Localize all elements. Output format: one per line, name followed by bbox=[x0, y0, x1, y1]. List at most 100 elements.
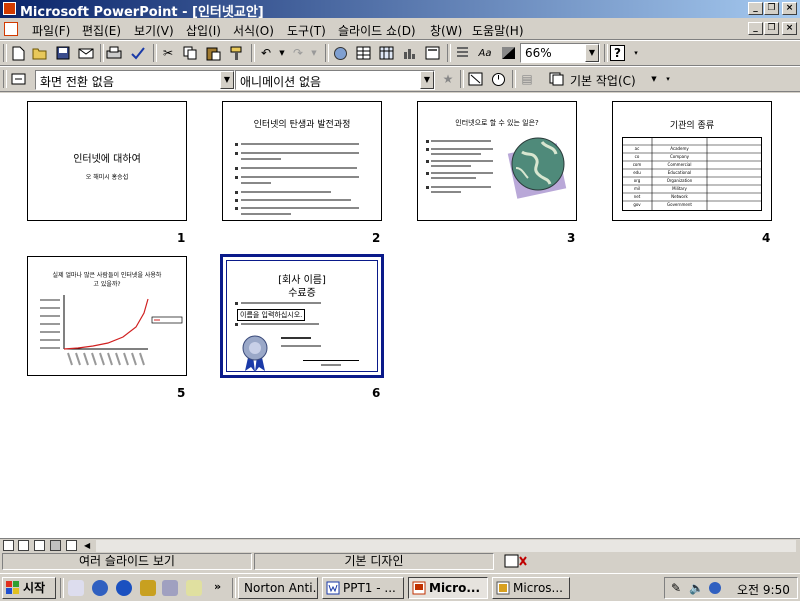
domain-code: com bbox=[632, 162, 642, 167]
search-quicklaunch-icon[interactable] bbox=[186, 580, 202, 596]
undo-icon[interactable]: ↶ bbox=[258, 45, 274, 61]
format-painter-icon[interactable] bbox=[228, 45, 244, 61]
document-icon[interactable] bbox=[4, 22, 18, 36]
doc-minimize-button[interactable]: _ bbox=[748, 22, 763, 35]
clock[interactable]: 오전 9:50 bbox=[737, 581, 790, 598]
redo-icon[interactable]: ↷ bbox=[290, 45, 306, 61]
slide-thumbnail-6[interactable]: [회사 이름] 수료증 이름을 입력하십시오. bbox=[220, 254, 384, 378]
outline-view-icon[interactable] bbox=[18, 540, 29, 551]
close-button[interactable]: × bbox=[782, 2, 797, 15]
save-icon[interactable] bbox=[55, 45, 71, 61]
insert-chart-icon[interactable] bbox=[401, 45, 417, 61]
spelling-status-icon[interactable] bbox=[504, 554, 528, 568]
transition-combo[interactable]: 화면 전환 없음 ▼ bbox=[35, 70, 235, 90]
slide-number-2: 2 bbox=[372, 231, 381, 245]
insert-table-icon[interactable] bbox=[378, 45, 394, 61]
expand-all-icon[interactable] bbox=[454, 45, 470, 61]
domain-name: Organization bbox=[666, 178, 693, 183]
ie-quicklaunch-icon[interactable] bbox=[116, 580, 132, 596]
slide-thumbnail-1[interactable]: 인터넷에 대하여 오 해미시 홍승섭 bbox=[27, 101, 187, 221]
zoom-combo[interactable]: 66% ▼ bbox=[520, 43, 600, 63]
slide-thumbnail-2[interactable]: 인터넷의 탄생과 발전과정 bbox=[222, 101, 382, 221]
doc-close-button[interactable]: × bbox=[782, 22, 797, 35]
tables-borders-icon[interactable] bbox=[355, 45, 371, 61]
menu-tools[interactable]: 도구(T) bbox=[287, 22, 326, 39]
paste-icon[interactable] bbox=[205, 45, 221, 61]
open-icon[interactable] bbox=[32, 45, 48, 61]
email-icon[interactable] bbox=[78, 45, 94, 61]
status-view: 여러 슬라이드 보기 bbox=[2, 553, 252, 570]
transition-dropdown-icon[interactable]: ▼ bbox=[220, 71, 234, 89]
app-quicklaunch-icon[interactable] bbox=[140, 580, 156, 596]
minimize-button[interactable]: _ bbox=[748, 2, 763, 15]
slide-transition-icon[interactable] bbox=[10, 71, 26, 87]
slide-1-title: 인터넷에 대하여 bbox=[73, 154, 141, 165]
show-formatting-icon[interactable]: Aa bbox=[477, 45, 493, 61]
domain-table-text: ac Academy co Company com Commercial edu Edu… bbox=[622, 137, 762, 209]
help-icon[interactable]: ? bbox=[610, 45, 625, 61]
slide-sorter-view-icon[interactable] bbox=[50, 540, 61, 551]
hyperlink-icon[interactable] bbox=[332, 45, 348, 61]
taskbar-button-norton[interactable]: Norton Anti... bbox=[238, 577, 318, 599]
taskbar-button-powerpoint[interactable]: Micro... bbox=[408, 577, 488, 599]
summary-slide-icon[interactable]: ▤ bbox=[519, 71, 535, 87]
animation-dropdown-icon[interactable]: ▼ bbox=[420, 71, 434, 89]
domain-name: Network bbox=[671, 194, 688, 199]
scroll-left-icon[interactable]: ◀ bbox=[84, 540, 96, 552]
explorer-quicklaunch-icon[interactable] bbox=[162, 580, 178, 596]
network-tray-icon[interactable] bbox=[709, 582, 721, 594]
new-slide-icon[interactable] bbox=[424, 45, 440, 61]
animation-combo[interactable]: 애니메이션 없음 ▼ bbox=[235, 70, 435, 90]
name-input-field[interactable]: 이름을 입력하십시오. bbox=[237, 309, 306, 321]
slide-thumbnail-5[interactable]: 실제 얼마나 많은 사람들이 인터넷을 사용하고 있을까? bbox=[27, 256, 187, 376]
taskbar-button-label: Norton Anti... bbox=[244, 581, 318, 595]
menu-slideshow[interactable]: 슬라이드 쇼(D) bbox=[338, 22, 416, 39]
zoom-dropdown-icon[interactable]: ▼ bbox=[585, 44, 599, 62]
hide-slide-icon[interactable] bbox=[467, 71, 483, 87]
desktop-quicklaunch-icon[interactable] bbox=[68, 580, 84, 596]
menu-insert[interactable]: 삽입(I) bbox=[186, 22, 221, 39]
taskbar-button-ppt1[interactable]: PPT1 - ... bbox=[322, 577, 404, 599]
slide-view-icon[interactable] bbox=[34, 540, 45, 551]
volume-tray-icon[interactable]: 🔈 bbox=[689, 581, 704, 595]
menu-view[interactable]: 보기(V) bbox=[134, 22, 174, 39]
start-button[interactable]: 시작 bbox=[2, 577, 56, 599]
new-icon[interactable] bbox=[10, 45, 26, 61]
menu-help[interactable]: 도움말(H) bbox=[472, 22, 524, 39]
undo-dropdown-icon[interactable]: ▼ bbox=[274, 45, 290, 61]
horizontal-scrollbar[interactable] bbox=[96, 540, 796, 552]
slide-layout-icon[interactable] bbox=[548, 71, 564, 87]
powerpoint-app-icon[interactable] bbox=[3, 2, 16, 15]
menu-window[interactable]: 창(W) bbox=[430, 22, 462, 39]
grayscale-icon[interactable] bbox=[500, 45, 516, 61]
taskbar-button-label: Micro... bbox=[429, 581, 481, 595]
spelling-icon[interactable] bbox=[130, 45, 146, 61]
rehearse-timings-icon[interactable] bbox=[490, 71, 506, 87]
domain-name: Government bbox=[667, 202, 692, 207]
internet-quicklaunch-icon[interactable] bbox=[92, 580, 108, 596]
slide-thumbnail-4[interactable]: 기관의 종류 ac Academy co Company com Commercial… bbox=[612, 101, 772, 221]
slide-thumbnail-3[interactable]: 인터넷으로 할 수 있는 일은? bbox=[417, 101, 577, 221]
animation-preview-icon[interactable]: ★ bbox=[440, 71, 456, 87]
copy-icon[interactable] bbox=[182, 45, 198, 61]
windows-logo-icon bbox=[6, 581, 19, 594]
office-app-icon bbox=[496, 581, 510, 595]
taskbar-button-micros[interactable]: Micros... bbox=[492, 577, 570, 599]
normal-view-icon[interactable] bbox=[3, 540, 14, 551]
menu-file[interactable]: 파일(F) bbox=[32, 22, 70, 39]
cut-icon[interactable]: ✂ bbox=[160, 45, 176, 61]
slide-show-icon[interactable] bbox=[66, 540, 77, 551]
menu-format[interactable]: 서식(O) bbox=[233, 22, 274, 39]
menu-edit[interactable]: 편집(E) bbox=[82, 22, 121, 39]
print-icon[interactable] bbox=[106, 45, 122, 61]
more-buttons-icon[interactable]: ▾ bbox=[628, 45, 644, 61]
standard-toolbar: ✂ ↶ ▼ ↷ ▼ Aa 66% ▼ ? ▾ bbox=[0, 40, 800, 66]
redo-dropdown-icon[interactable]: ▼ bbox=[306, 45, 322, 61]
more-quicklaunch-icon[interactable]: » bbox=[214, 580, 221, 593]
restore-button[interactable]: ❐ bbox=[764, 2, 779, 15]
domain-name: Commercial bbox=[667, 162, 692, 167]
pen-tray-icon[interactable]: ✎ bbox=[671, 581, 681, 595]
common-tasks-button[interactable]: 기본 작업(C) bbox=[570, 72, 636, 89]
doc-restore-button[interactable]: ❐ bbox=[764, 22, 779, 35]
more-buttons-icon-2[interactable]: ▾ bbox=[660, 71, 676, 87]
